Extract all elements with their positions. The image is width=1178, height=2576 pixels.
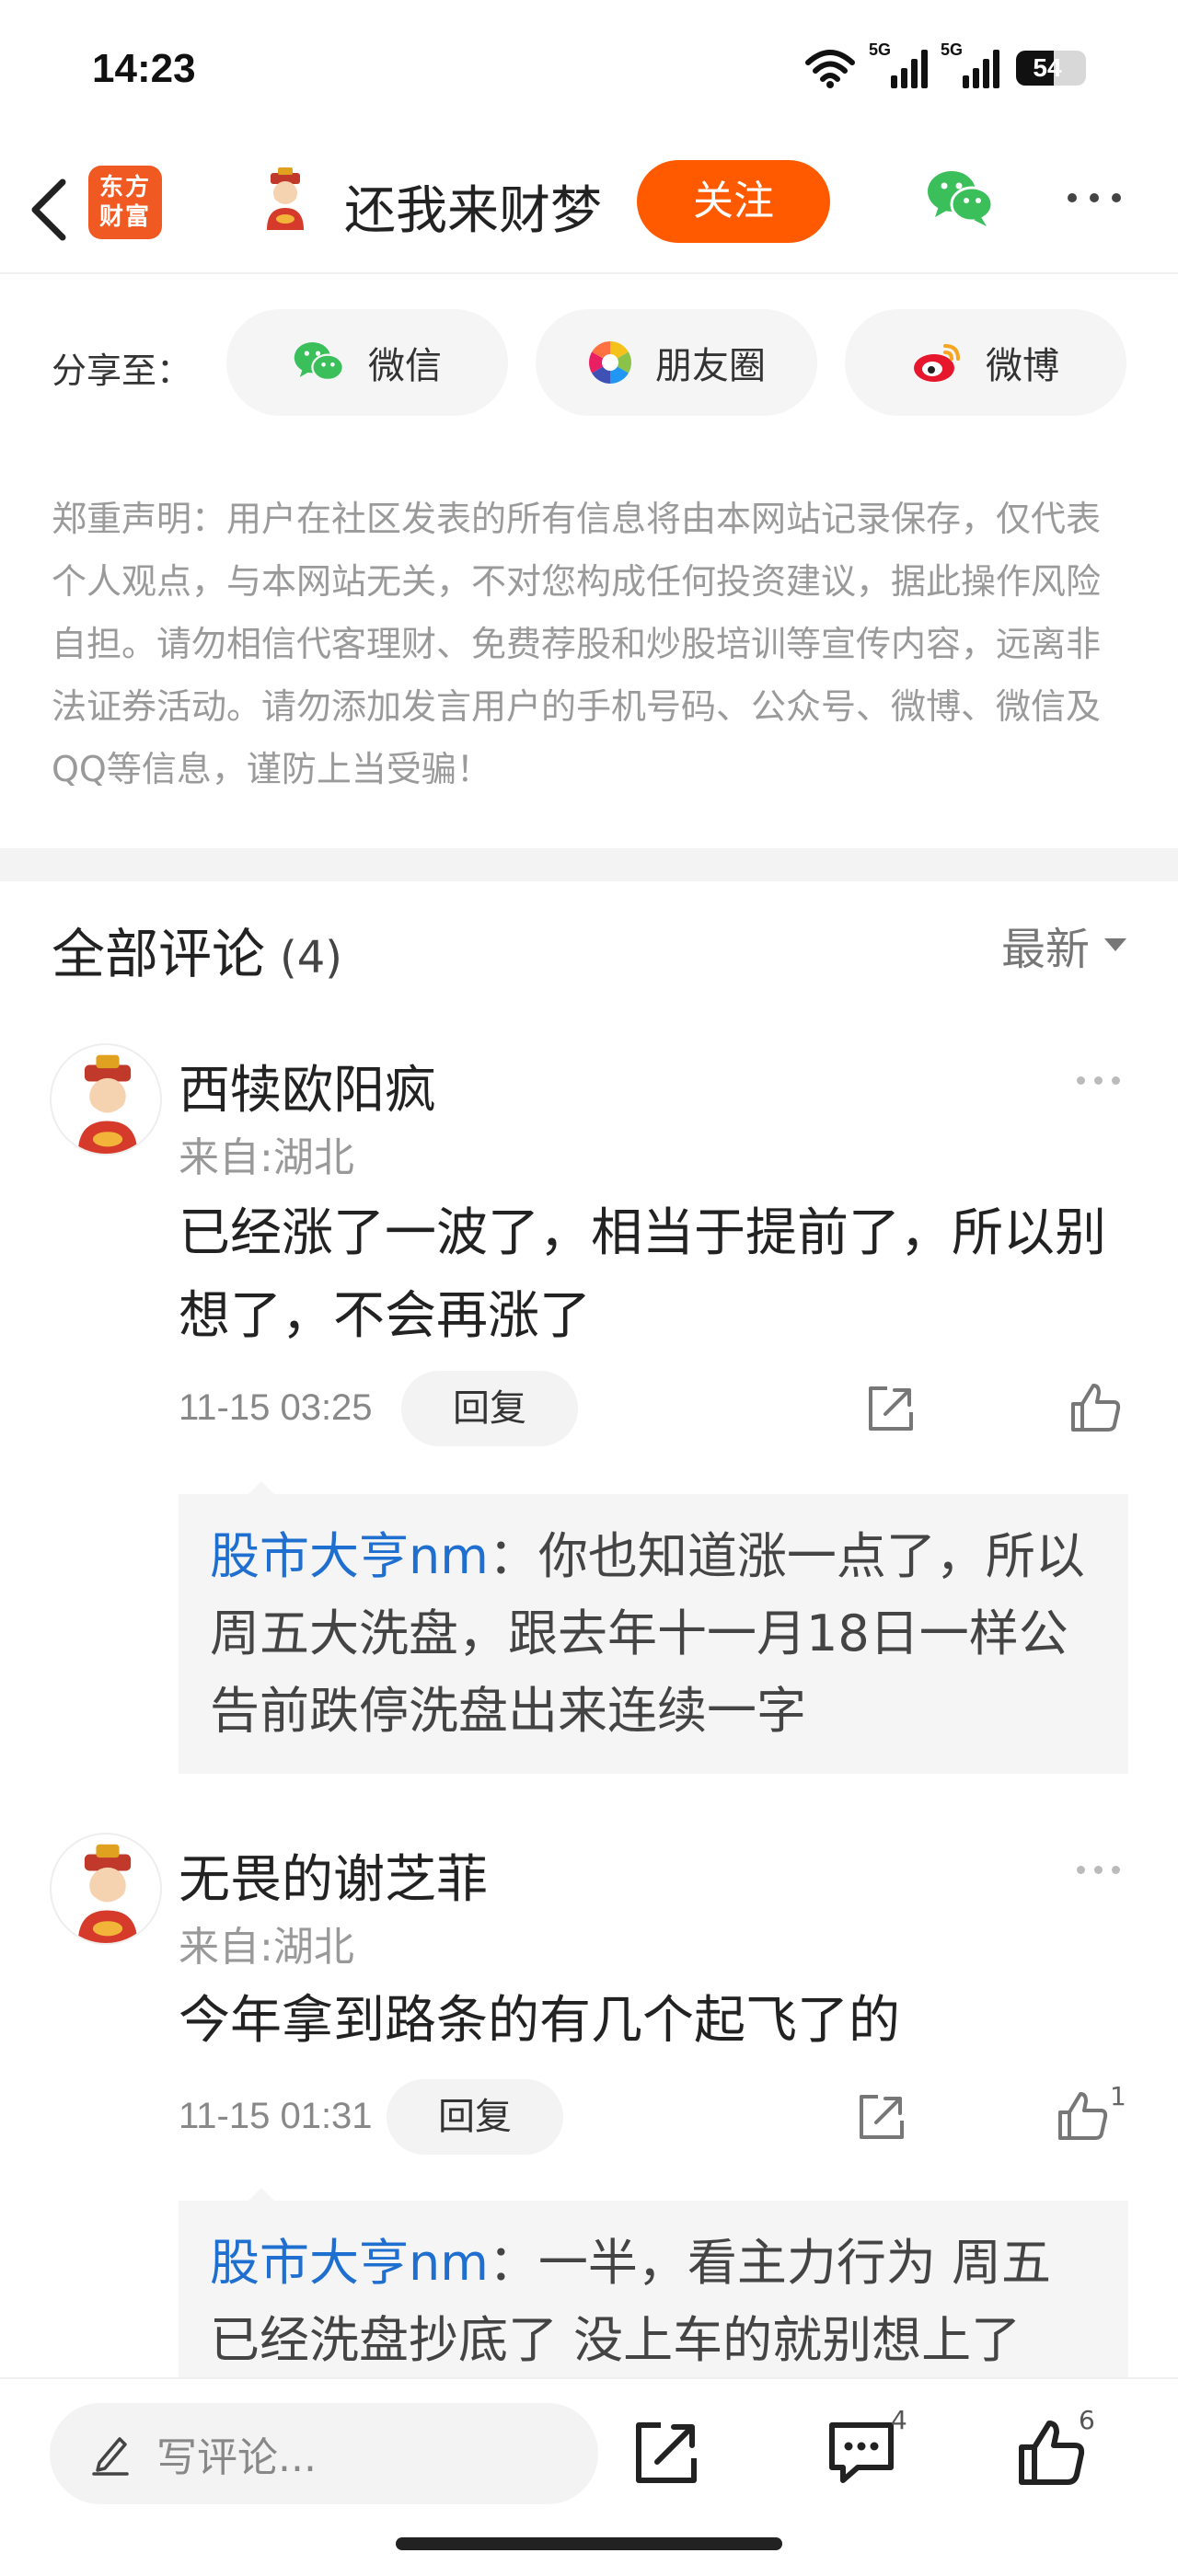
reply-button[interactable]: 回复 bbox=[401, 1371, 578, 1446]
weibo-icon bbox=[914, 344, 960, 382]
share-icon[interactable] bbox=[629, 2416, 703, 2490]
comment-location: 来自:湖北 bbox=[179, 1134, 354, 1181]
status-icons: 5G 5G 54 bbox=[804, 40, 1086, 88]
pencil-icon bbox=[92, 2437, 129, 2476]
reply-author[interactable]: 股市大亨nm bbox=[210, 2234, 489, 2292]
share-moments-button[interactable]: 朋友圈 bbox=[536, 309, 817, 416]
comments-header: 全部评论 (4) bbox=[52, 911, 342, 988]
reply-pointer bbox=[248, 1481, 274, 1494]
avatar[interactable] bbox=[50, 1043, 162, 1156]
back-icon[interactable] bbox=[22, 175, 77, 245]
more-options-icon[interactable] bbox=[1068, 193, 1121, 202]
follow-button[interactable]: 关注 bbox=[637, 160, 830, 243]
section-divider bbox=[0, 848, 1178, 881]
comment-count: 4 bbox=[891, 2405, 907, 2435]
reply-button[interactable]: 回复 bbox=[387, 2079, 563, 2155]
comments-count: (4) bbox=[280, 932, 343, 983]
battery-level: 54 bbox=[1033, 53, 1062, 82]
share-row: 分享至： 微信 朋友圈 微博 bbox=[0, 276, 1178, 451]
share-weibo-label: 微博 bbox=[986, 345, 1059, 387]
moments-icon bbox=[589, 341, 631, 384]
app-header: 东方 财富 还我来财梦 关注 bbox=[0, 147, 1178, 274]
comment-location: 来自:湖北 bbox=[179, 1924, 354, 1971]
caret-down-icon bbox=[1104, 938, 1126, 951]
reply-separator: ： bbox=[488, 2234, 538, 2292]
avatar[interactable] bbox=[50, 1833, 162, 1945]
god-of-wealth-avatar-icon[interactable] bbox=[254, 167, 317, 230]
comment-author[interactable]: 无畏的谢芝菲 bbox=[179, 1838, 488, 1913]
disclaimer-text: 郑重声明：用户在社区发表的所有信息将由本网站记录保存，仅代表个人观点，与本网站无… bbox=[52, 499, 1102, 789]
comment-time: 11-15 01:31 bbox=[179, 2096, 373, 2136]
god-of-wealth-avatar-icon bbox=[77, 1844, 138, 1943]
wifi-icon bbox=[805, 50, 855, 88]
comment-text: 已经涨了一波了，相当于提前了，所以别想了，不会再涨了 bbox=[179, 1203, 1106, 1346]
reply-separator: ： bbox=[488, 1527, 538, 1585]
share-icon[interactable] bbox=[865, 1383, 917, 1434]
sub-reply[interactable]: 股市大亨nm：一半，看主力行为 周五已经洗盘抄底了 没上车的就别想上了 bbox=[179, 2201, 1128, 2377]
share-moments-label: 朋友圈 bbox=[655, 345, 766, 387]
comment-more-icon[interactable] bbox=[1077, 1866, 1120, 1874]
comments-title: 全部评论 bbox=[52, 923, 266, 985]
sub-reply[interactable]: 股市大亨nm：你也知道涨一点了，所以周五大洗盘，跟去年十一月18日一样公告前跌停… bbox=[179, 1494, 1128, 1774]
network-2-label: 5G bbox=[941, 40, 964, 59]
sort-dropdown[interactable]: 最新 bbox=[1001, 913, 1126, 977]
network-1-label: 5G bbox=[869, 40, 892, 59]
comment-icon[interactable] bbox=[825, 2416, 898, 2490]
battery-icon: 54 bbox=[1016, 51, 1086, 86]
sort-label: 最新 bbox=[1000, 924, 1090, 975]
comment-input-placeholder: 写评论... bbox=[156, 2434, 317, 2481]
god-of-wealth-avatar-icon bbox=[77, 1054, 138, 1154]
like-icon[interactable] bbox=[1055, 2088, 1110, 2144]
share-wechat-button[interactable]: 微信 bbox=[226, 309, 508, 416]
share-label: 分享至： bbox=[52, 351, 192, 391]
status-bar: 14:23 5G 5G 54 bbox=[0, 0, 1178, 147]
share-icon[interactable] bbox=[856, 2091, 907, 2143]
home-indicator[interactable] bbox=[396, 2537, 782, 2550]
like-icon[interactable] bbox=[1068, 1380, 1123, 1435]
share-wechat-label: 微信 bbox=[368, 345, 442, 387]
status-time: 14:23 bbox=[92, 46, 196, 91]
comment-input[interactable]: 写评论... bbox=[50, 2403, 598, 2504]
signal-2-icon: 5G bbox=[941, 40, 999, 88]
like-icon[interactable] bbox=[1014, 2416, 1088, 2490]
reply-author[interactable]: 股市大亨nm bbox=[210, 1527, 489, 1585]
like-count: 6 bbox=[1079, 2405, 1095, 2435]
comment-time: 11-15 03:25 bbox=[179, 1387, 373, 1428]
signal-1-icon: 5G bbox=[869, 40, 928, 88]
brand-logo-line2: 财富 bbox=[98, 203, 151, 231]
wechat-icon[interactable] bbox=[926, 167, 996, 228]
share-weibo-button[interactable]: 微博 bbox=[845, 309, 1126, 416]
reply-pointer bbox=[248, 2188, 274, 2201]
comment-author[interactable]: 西犊欧阳疯 bbox=[179, 1049, 436, 1123]
wechat-icon bbox=[294, 342, 344, 382]
comment-more-icon[interactable] bbox=[1077, 1076, 1120, 1085]
brand-logo[interactable]: 东方 财富 bbox=[88, 166, 162, 239]
user-name[interactable]: 还我来财梦 bbox=[344, 169, 602, 244]
comment-text: 今年拿到路条的有几个起飞了的 bbox=[179, 1991, 900, 2051]
like-count: 1 bbox=[1110, 2081, 1126, 2111]
brand-logo-line1: 东方 bbox=[98, 174, 151, 201]
